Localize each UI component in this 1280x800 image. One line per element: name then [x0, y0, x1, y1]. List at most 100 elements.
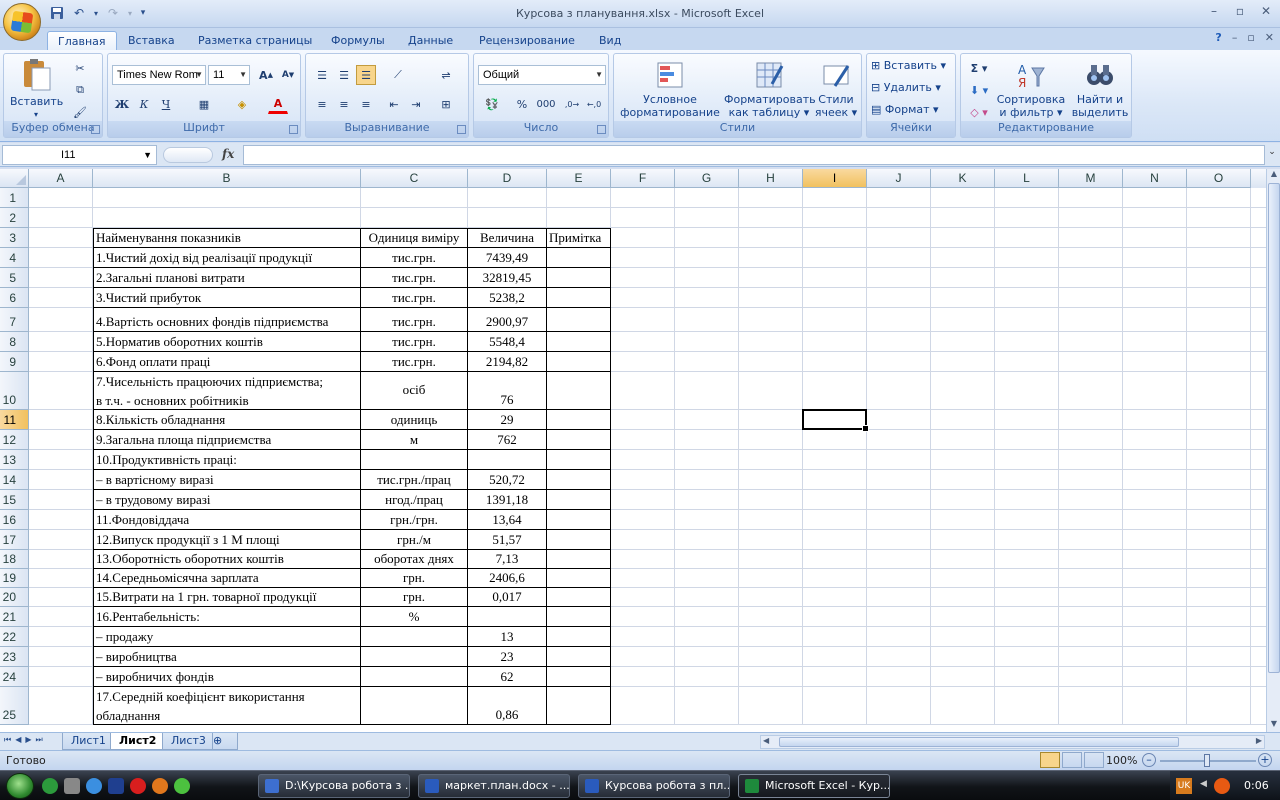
column-header-d[interactable]: D	[468, 169, 547, 188]
cell-b13[interactable]: 10.Продуктивність праці:	[93, 450, 361, 470]
clear-icon[interactable]: ◇ ▾	[965, 102, 993, 122]
cell-d18[interactable]: 7,13	[468, 550, 547, 569]
cell-d23[interactable]: 23	[468, 647, 547, 667]
taskbar-item-1[interactable]: D:\Курсова робота з ...	[258, 774, 410, 798]
cell-d5[interactable]: 32819,45	[468, 268, 547, 288]
row-header-11[interactable]: 11	[0, 410, 29, 430]
taskbar-item-4[interactable]: Microsoft Excel - Кур...	[738, 774, 890, 798]
underline-button[interactable]: Ч	[156, 94, 176, 114]
internet-explorer-icon[interactable]	[86, 778, 102, 794]
cell-b10[interactable]: 7.Чисельність працюючих підприємства; в т…	[93, 372, 361, 410]
currency-format-icon[interactable]: 💱	[478, 94, 506, 114]
cell-b22[interactable]: – продажу	[93, 627, 361, 647]
tab-formulas[interactable]: Формулы	[321, 31, 395, 51]
ribbon-minimize-icon[interactable]: –	[1232, 31, 1238, 44]
cell-d25[interactable]: 0,86	[468, 687, 547, 725]
zoom-in-icon[interactable]: +	[1258, 753, 1272, 767]
column-header-i[interactable]: I	[803, 169, 867, 188]
cell-b11[interactable]: 8.Кількість обладнання	[93, 410, 361, 430]
cell-c3[interactable]: Одиниця виміру	[361, 228, 468, 248]
worksheet-grid[interactable]: ABCDEFGHIJKLMNO 1 2 3 4 5 6 7 8 9 10 11 12 13 14 15 16 1…	[0, 169, 1266, 732]
cell-e12[interactable]	[547, 430, 611, 450]
cell-d8[interactable]: 5548,4	[468, 332, 547, 352]
row-header-24[interactable]: 24	[0, 667, 29, 687]
shrink-font-icon[interactable]: A ▼	[278, 65, 298, 85]
cell-b9[interactable]: 6.Фонд оплати праці	[93, 352, 361, 372]
increase-decimal-icon[interactable]: ,0→	[562, 94, 582, 114]
cell-b23[interactable]: – виробництва	[93, 647, 361, 667]
cell-e21[interactable]	[547, 607, 611, 627]
cell-c20[interactable]: грн.	[361, 588, 468, 607]
cell-e15[interactable]	[547, 490, 611, 510]
cell-c17[interactable]: грн./м	[361, 530, 468, 550]
formula-bar-expand-icon[interactable]: ⌄	[1266, 147, 1278, 163]
row-header-6[interactable]: 6	[0, 288, 29, 308]
page-layout-view-icon[interactable]	[1062, 752, 1082, 768]
font-launcher-icon[interactable]	[289, 125, 298, 134]
cell-e19[interactable]	[547, 569, 611, 588]
cell-e22[interactable]	[547, 627, 611, 647]
cell-e7[interactable]	[547, 308, 611, 332]
row-header-14[interactable]: 14	[0, 470, 29, 490]
utorrent-icon[interactable]	[42, 778, 58, 794]
column-header-k[interactable]: K	[931, 169, 995, 188]
delete-cells-button[interactable]: ⊟ Удалить ▾	[871, 81, 941, 94]
cell-c16[interactable]: грн./грн.	[361, 510, 468, 530]
cell-e5[interactable]	[547, 268, 611, 288]
formula-input[interactable]	[243, 145, 1265, 165]
firefox-icon[interactable]	[152, 778, 168, 794]
insert-sheet-icon[interactable]: ⊕	[212, 733, 238, 750]
select-all-button[interactable]	[0, 169, 29, 188]
zoom-out-icon[interactable]: –	[1142, 753, 1156, 767]
word-icon[interactable]	[108, 778, 124, 794]
align-bottom-icon[interactable]: ☰	[356, 65, 376, 85]
paste-dropdown-icon[interactable]: ▾	[10, 108, 62, 121]
column-header-n[interactable]: N	[1123, 169, 1187, 188]
cell-b24[interactable]: – виробничих фондів	[93, 667, 361, 687]
cell-c22[interactable]	[361, 627, 468, 647]
cell-b7[interactable]: 4.Вартість основних фондів підприємства	[93, 308, 361, 332]
office-button[interactable]	[3, 3, 41, 41]
cell-c13[interactable]	[361, 450, 468, 470]
cell-b15[interactable]: – в трудовому виразі	[93, 490, 361, 510]
cell-d10[interactable]: 76	[468, 372, 547, 410]
align-left-icon[interactable]: ≡	[312, 94, 332, 114]
cell-d4[interactable]: 7439,49	[468, 248, 547, 268]
row-header-8[interactable]: 8	[0, 332, 29, 352]
row-header-13[interactable]: 13	[0, 450, 29, 470]
bold-button[interactable]: Ж	[112, 94, 132, 114]
cell-e14[interactable]	[547, 470, 611, 490]
align-right-icon[interactable]: ≡	[356, 94, 376, 114]
cell-d24[interactable]: 62	[468, 667, 547, 687]
app-icon[interactable]	[174, 778, 190, 794]
tab-review[interactable]: Рецензирование	[469, 31, 585, 51]
cell-c25[interactable]	[361, 687, 468, 725]
cell-styles-button[interactable]: Стили ячеек ▾	[812, 60, 860, 119]
merge-center-icon[interactable]: ⊞	[436, 94, 456, 114]
italic-button[interactable]: К	[134, 94, 154, 114]
column-header-f[interactable]: F	[611, 169, 675, 188]
cell-b12[interactable]: 9.Загальна площа підприємства	[93, 430, 361, 450]
column-header-c[interactable]: C	[361, 169, 468, 188]
copy-icon[interactable]: ⧉	[70, 80, 90, 100]
align-middle-icon[interactable]: ☰	[334, 65, 354, 85]
column-header-j[interactable]: J	[867, 169, 931, 188]
taskbar-item-3[interactable]: Курсова робота з пл...	[578, 774, 730, 798]
tray-app-icon[interactable]	[1214, 778, 1230, 794]
wrap-text-icon[interactable]: ⇌	[436, 65, 456, 85]
cell-b20[interactable]: 15.Витрати на 1 грн. товарної продукції	[93, 588, 361, 607]
row-header-3[interactable]: 3	[0, 228, 29, 248]
cell-c6[interactable]: тис.грн.	[361, 288, 468, 308]
cell-d6[interactable]: 5238,2	[468, 288, 547, 308]
column-header-b[interactable]: B	[93, 169, 361, 188]
fill-icon[interactable]: ⬇ ▾	[965, 80, 993, 100]
cell-b5[interactable]: 2.Загальні планові витрати	[93, 268, 361, 288]
sheet-tab-3[interactable]: Лист3	[162, 733, 215, 750]
cell-c15[interactable]: нгод./прац	[361, 490, 468, 510]
maximize-icon[interactable]: ▫	[1232, 4, 1248, 18]
font-size-combo[interactable]: 11 ▼	[208, 65, 250, 85]
percent-style-icon[interactable]: %	[512, 94, 532, 114]
row-header-1[interactable]: 1	[0, 188, 29, 208]
cell-e4[interactable]	[547, 248, 611, 268]
alignment-launcher-icon[interactable]	[457, 125, 466, 134]
